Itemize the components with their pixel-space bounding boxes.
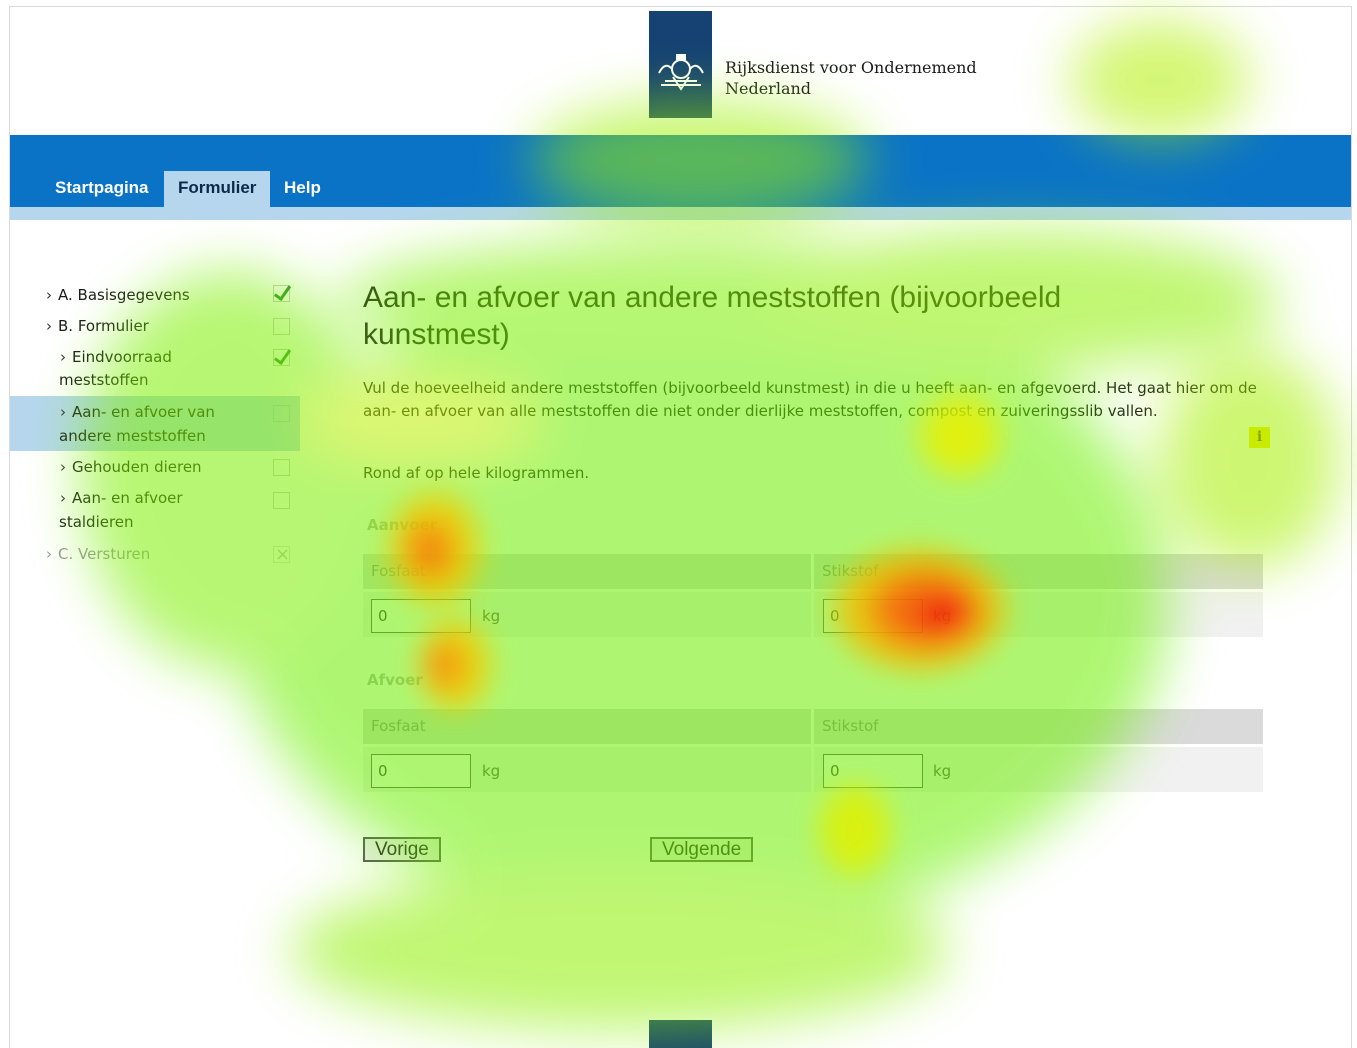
sidebar-item-label: A. Basisgegevens [58,286,190,304]
afvoer-fosfaat-input[interactable]: 0 [371,754,471,788]
sidebar-item-formulier[interactable]: › B. Formulier [10,315,300,345]
footer-logo-block [649,1020,712,1048]
sidebar-item-label: Aan- en afvoer [72,489,183,507]
sidebar-item-label-2: staldieren [59,513,134,531]
coat-of-arms-icon [658,54,704,91]
aanvoer-fosfaat-header: Fosfaat [363,554,811,589]
sidebar-item-label: Aan- en afvoer van [72,403,215,421]
sidebar-item-label-2: andere meststoffen [59,427,206,445]
tab-startpagina[interactable]: Startpagina [41,171,163,207]
sidebar-item-staldieren[interactable]: › Aan- en afvoer staldieren [10,487,300,537]
sidebar-item-label: Gehouden dieren [72,458,202,476]
page-frame: Rijksdienst voor Ondernemend Nederland S… [9,6,1352,1048]
afvoer-stikstof-input[interactable]: 0 [823,754,923,788]
afvoer-stikstof-header: Stikstof [814,709,1263,744]
chevron-right-icon: › [60,348,66,366]
unit-label: kg [933,607,952,625]
brand-line-1: Rijksdienst voor Ondernemend [725,58,977,77]
sidebar-item-aan-en-afvoer-meststoffen[interactable]: › Aan- en afvoer van andere meststoffen [10,396,300,451]
intro-text: Vul de hoeveelheid andere meststoffen (b… [363,379,1257,420]
tab-help[interactable]: Help [270,171,335,207]
unit-label: kg [482,607,501,625]
sidebar-item-eindvoorraad[interactable]: › Eindvoorraad meststoffen [10,346,300,396]
aanvoer-stikstof-input[interactable]: 0 [823,599,923,633]
previous-button[interactable]: Vorige [363,837,441,862]
chevron-right-icon: › [46,545,52,563]
aanvoer-label: Aanvoer [367,516,438,534]
brand-name: Rijksdienst voor Ondernemend Nederland [725,57,977,99]
brand-line-2: Nederland [725,79,812,98]
status-checked-icon [273,349,290,366]
page-title-line-2: kunstmest) [363,318,510,351]
rounding-hint: Rond af op hele kilogrammen. [363,464,590,482]
unit-label: kg [482,762,501,780]
sidebar-item-versturen: › C. Versturen [10,543,300,573]
chevron-right-icon: › [46,317,52,335]
page-title: Aan- en afvoer van andere meststoffen (b… [363,279,1163,353]
sidebar-item-label: B. Formulier [58,317,149,335]
chevron-right-icon: › [46,286,52,304]
sidebar-item-gehouden-dieren[interactable]: › Gehouden dieren [10,456,300,486]
page-title-line-1: Aan- en afvoer van andere meststoffen (b… [363,281,1062,314]
chevron-right-icon: › [60,458,66,476]
status-empty-icon [273,459,290,476]
status-checked-icon [273,285,290,302]
chevron-right-icon: › [60,403,66,421]
rijksoverheid-logo [649,11,712,118]
tab-formulier[interactable]: Formulier [164,171,271,207]
aanvoer-fosfaat-input[interactable]: 0 [371,599,471,633]
chevron-right-icon: › [60,489,66,507]
sidebar-item-label-2: meststoffen [59,371,149,389]
status-empty-icon [273,318,290,335]
unit-label: kg [933,762,952,780]
status-disabled-icon [273,543,290,566]
afvoer-label: Afvoer [367,671,423,689]
info-icon[interactable]: i [1249,427,1270,448]
aanvoer-stikstof-header: Stikstof [814,554,1263,589]
navbar-strip [10,207,1351,220]
sidebar-item-label: Eindvoorraad [72,348,172,366]
sidebar-item-label: C. Versturen [58,545,151,563]
next-button[interactable]: Volgende [650,837,754,862]
afvoer-fosfaat-header: Fosfaat [363,709,811,744]
status-empty-icon [273,492,290,509]
status-empty-icon [273,405,290,422]
sidebar-item-basisgegevens[interactable]: › A. Basisgegevens [10,284,300,314]
